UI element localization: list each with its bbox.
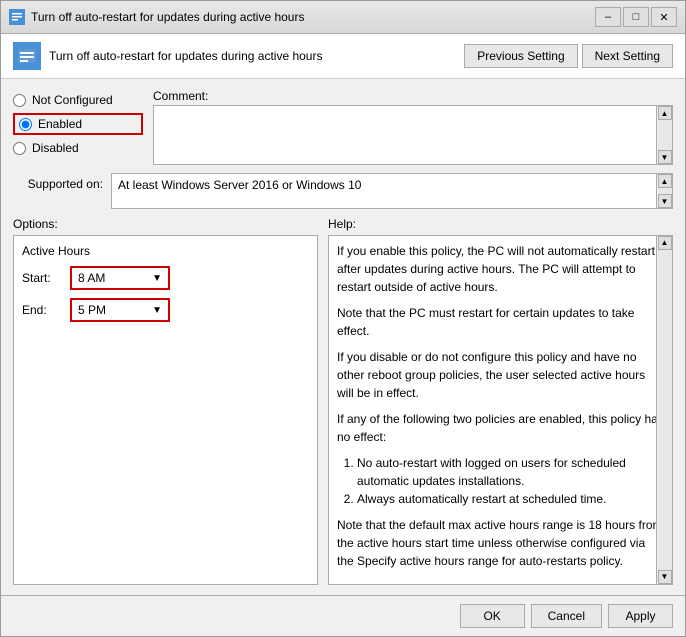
comment-section: Comment: ▲ ▼: [153, 89, 673, 165]
header-left: Turn off auto-restart for updates during…: [13, 42, 322, 70]
title-bar: Turn off auto-restart for updates during…: [1, 1, 685, 34]
previous-setting-button[interactable]: Previous Setting: [464, 44, 577, 68]
help-text2: Note that the PC must restart for certai…: [337, 304, 664, 340]
start-label: Start:: [22, 271, 62, 285]
end-dropdown[interactable]: 5 PM ▼: [70, 298, 170, 322]
header-bar: Turn off auto-restart for updates during…: [1, 34, 685, 79]
close-button[interactable]: ✕: [651, 7, 677, 27]
disabled-label: Disabled: [32, 141, 79, 155]
scroll-down-arrow[interactable]: ▼: [658, 150, 672, 164]
end-dropdown-arrow: ▼: [152, 305, 162, 316]
window-icon: [9, 9, 25, 25]
scroll-track: [658, 120, 672, 150]
minimize-button[interactable]: –: [595, 7, 621, 27]
start-dropdown[interactable]: 8 AM ▼: [70, 266, 170, 290]
comment-box[interactable]: ▲ ▼: [153, 105, 673, 165]
start-dropdown-arrow: ▼: [152, 273, 162, 284]
not-configured-option[interactable]: Not Configured: [13, 93, 143, 107]
help-list: No auto-restart with logged on users for…: [357, 454, 664, 508]
help-box: If you enable this policy, the PC will n…: [328, 235, 673, 585]
header-title: Turn off auto-restart for updates during…: [49, 49, 322, 63]
next-setting-button[interactable]: Next Setting: [582, 44, 673, 68]
end-value: 5 PM: [78, 303, 106, 317]
help-scrollbar[interactable]: ▲ ▼: [656, 236, 672, 584]
comment-scrollbar[interactable]: ▲ ▼: [656, 106, 672, 164]
window-title: Turn off auto-restart for updates during…: [31, 10, 304, 24]
supported-section: Supported on: At least Windows Server 20…: [13, 173, 673, 209]
help-list-item-2: Always automatically restart at schedule…: [357, 490, 664, 508]
title-bar-left: Turn off auto-restart for updates during…: [9, 9, 304, 25]
footer: OK Cancel Apply: [1, 595, 685, 636]
apply-button[interactable]: Apply: [608, 604, 673, 628]
help-scroll-up[interactable]: ▲: [658, 236, 672, 250]
supported-scrollbar[interactable]: ▲ ▼: [656, 174, 672, 208]
supported-box: At least Windows Server 2016 or Windows …: [111, 173, 673, 209]
not-configured-label: Not Configured: [32, 93, 113, 107]
ok-button[interactable]: OK: [460, 604, 525, 628]
options-box: Active Hours Start: 8 AM ▼ End: 5 PM ▼: [13, 235, 318, 585]
help-scroll-track: [658, 250, 672, 570]
options-column: Options: Active Hours Start: 8 AM ▼ End:…: [13, 217, 318, 585]
help-text5: Note that the default max active hours r…: [337, 516, 664, 570]
help-scroll-down[interactable]: ▼: [658, 570, 672, 584]
start-value: 8 AM: [78, 271, 105, 285]
disabled-radio[interactable]: [13, 142, 26, 155]
enabled-radio[interactable]: [19, 118, 32, 131]
help-text4: If any of the following two policies are…: [337, 410, 664, 446]
options-title: Options:: [13, 217, 318, 231]
scroll-up-arrow[interactable]: ▲: [658, 106, 672, 120]
disabled-option[interactable]: Disabled: [13, 141, 143, 155]
header-icon: [13, 42, 41, 70]
end-row: End: 5 PM ▼: [22, 298, 309, 322]
main-content: Not Configured Enabled Disabled Comment:…: [1, 79, 685, 595]
comment-label: Comment:: [153, 89, 673, 103]
main-window: Turn off auto-restart for updates during…: [0, 0, 686, 637]
enabled-option[interactable]: Enabled: [13, 113, 143, 135]
top-section: Not Configured Enabled Disabled Comment:…: [13, 89, 673, 165]
active-hours-title: Active Hours: [22, 244, 309, 258]
supported-scroll-up[interactable]: ▲: [658, 174, 672, 188]
help-list-item-1: No auto-restart with logged on users for…: [357, 454, 664, 490]
end-label: End:: [22, 303, 62, 317]
not-configured-radio[interactable]: [13, 94, 26, 107]
help-text1: If you enable this policy, the PC will n…: [337, 242, 664, 296]
supported-scroll-down[interactable]: ▼: [658, 194, 672, 208]
title-buttons: – □ ✕: [595, 7, 677, 27]
radio-group: Not Configured Enabled Disabled: [13, 89, 143, 165]
supported-value: At least Windows Server 2016 or Windows …: [118, 178, 361, 192]
enabled-label: Enabled: [38, 117, 82, 131]
help-title: Help:: [328, 217, 673, 231]
help-text3: If you disable or do not configure this …: [337, 348, 664, 402]
supported-label: Supported on:: [13, 173, 103, 191]
cancel-button[interactable]: Cancel: [531, 604, 602, 628]
start-row: Start: 8 AM ▼: [22, 266, 309, 290]
header-buttons: Previous Setting Next Setting: [464, 44, 673, 68]
maximize-button[interactable]: □: [623, 7, 649, 27]
help-column: Help: If you enable this policy, the PC …: [328, 217, 673, 585]
